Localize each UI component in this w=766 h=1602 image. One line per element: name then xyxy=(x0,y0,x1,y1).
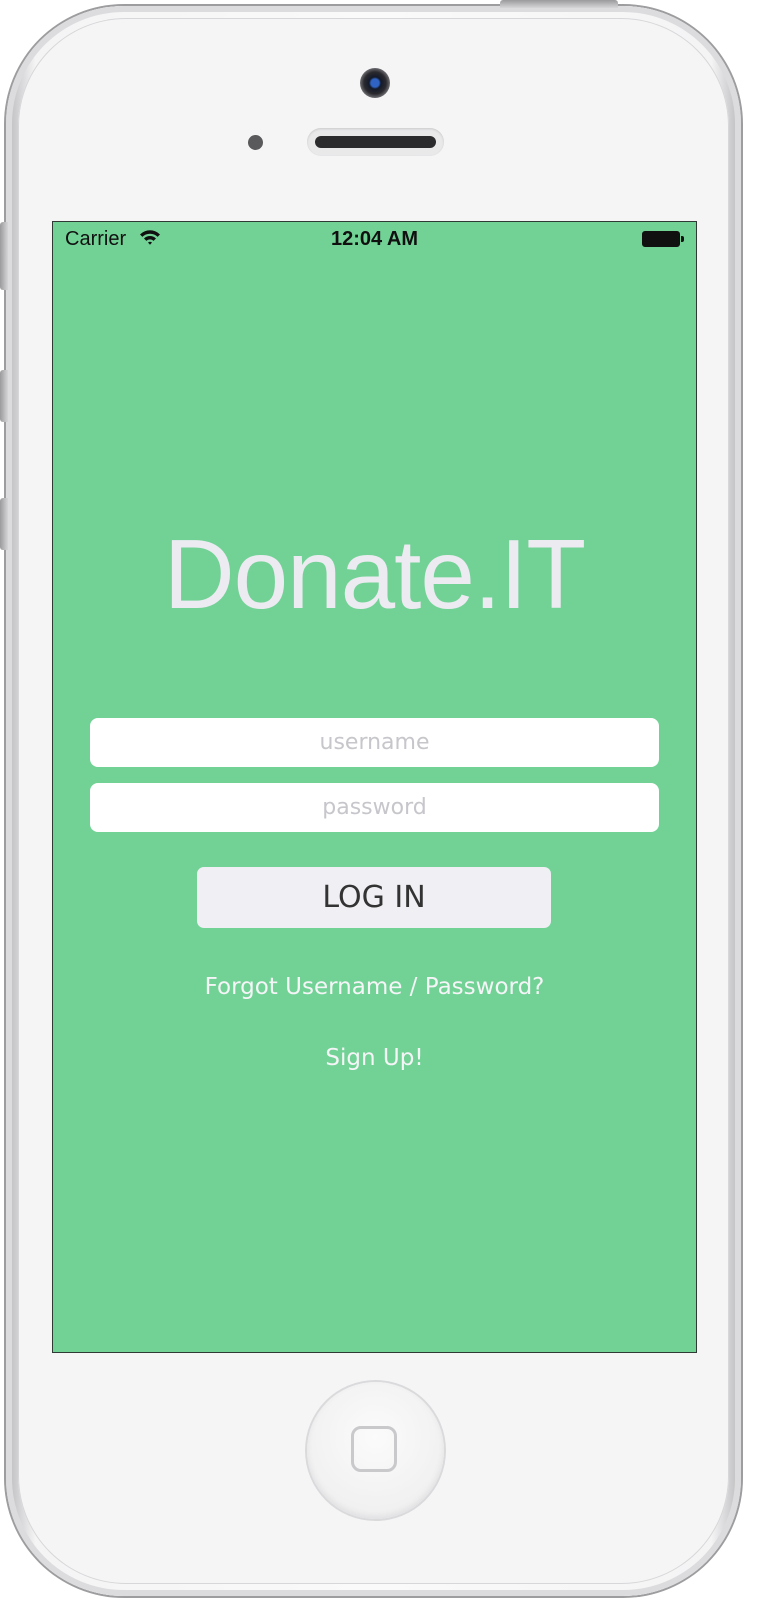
status-bar: Carrier 12:04 AM xyxy=(53,222,696,256)
earpiece-speaker xyxy=(307,128,444,156)
home-button-icon xyxy=(351,1426,397,1472)
power-button xyxy=(500,0,618,8)
home-button[interactable] xyxy=(307,1382,444,1519)
sign-up-link[interactable]: Sign Up! xyxy=(53,1045,696,1071)
volume-up-button xyxy=(0,370,8,422)
username-field[interactable] xyxy=(90,718,659,767)
status-time: 12:04 AM xyxy=(330,228,419,250)
proximity-sensor xyxy=(248,135,263,150)
volume-down-button xyxy=(0,498,8,550)
password-field[interactable] xyxy=(90,783,659,832)
app-screen: Carrier 12:04 AM Donate.IT LOG IN Forgot… xyxy=(53,222,696,1352)
mute-switch xyxy=(0,222,8,290)
front-camera-icon xyxy=(360,68,390,98)
login-button[interactable]: LOG IN xyxy=(197,867,551,928)
forgot-credentials-link[interactable]: Forgot Username / Password? xyxy=(53,974,696,1000)
battery-icon xyxy=(642,231,686,247)
app-title: Donate.IT xyxy=(163,519,586,629)
